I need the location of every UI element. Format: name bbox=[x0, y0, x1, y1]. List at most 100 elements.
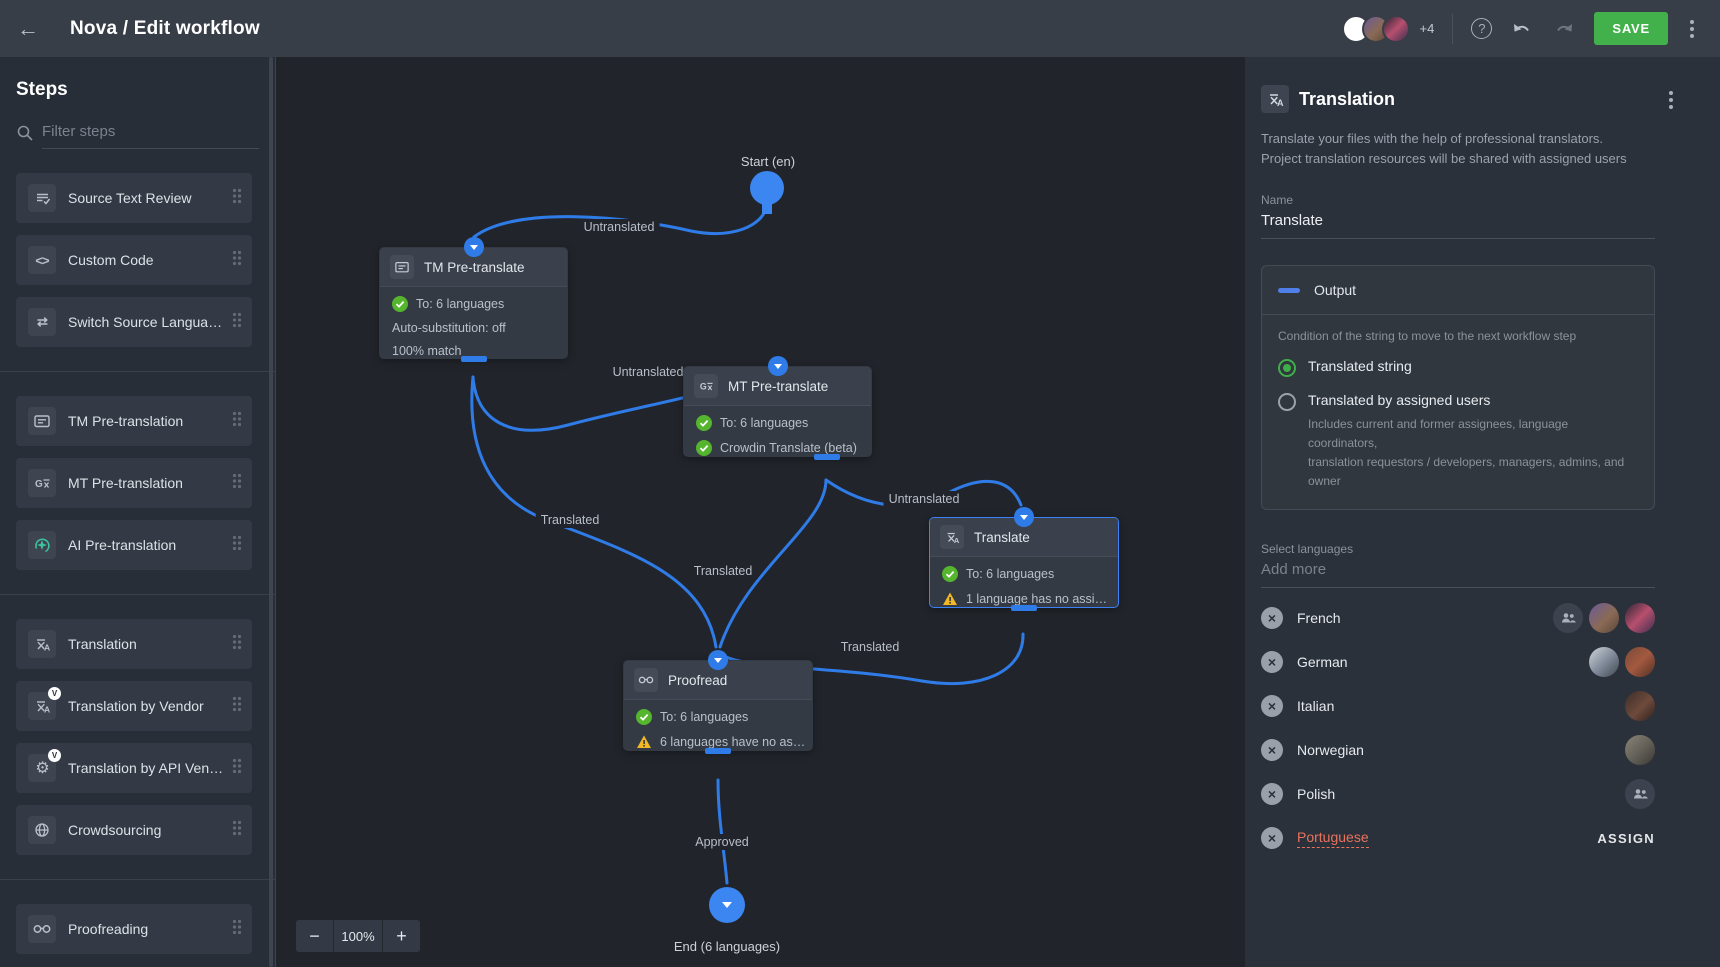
remove-language-button[interactable]: × bbox=[1261, 739, 1283, 761]
node-mt-pre-translate[interactable]: G MT Pre-translate To: 6 languages Crowd… bbox=[683, 366, 872, 457]
svg-text:A: A bbox=[44, 642, 50, 652]
top-bar: ← Nova / Edit workflow +4 ? bbox=[0, 0, 1720, 57]
language-list: × French × German × bbox=[1261, 596, 1655, 860]
output-card: Output Condition of the string to move t… bbox=[1261, 265, 1655, 510]
start-node-label: Start (en) bbox=[741, 154, 795, 169]
remove-language-button[interactable]: × bbox=[1261, 607, 1283, 629]
redo-icon bbox=[1554, 21, 1574, 37]
undo-button[interactable] bbox=[1510, 17, 1534, 41]
mt-icon: G bbox=[694, 374, 718, 398]
node-status-row: Crowdin Translate (beta) bbox=[684, 431, 871, 456]
node-input-port[interactable] bbox=[1014, 507, 1034, 527]
remove-language-button[interactable]: × bbox=[1261, 783, 1283, 805]
edge-label: Translated bbox=[689, 563, 758, 579]
step-custom-code[interactable]: <> Custom Code bbox=[16, 235, 252, 285]
radio-unselected-icon[interactable] bbox=[1278, 393, 1296, 411]
svg-text:A: A bbox=[1277, 98, 1284, 108]
steps-sidebar: Steps Source Text Review bbox=[0, 57, 276, 967]
steps-list: Source Text Review <> Custom Code ⇄ Swit… bbox=[0, 173, 275, 954]
svg-text:G: G bbox=[35, 479, 43, 490]
node-input-port[interactable] bbox=[768, 356, 788, 376]
name-field[interactable] bbox=[1261, 207, 1655, 239]
step-tm-pre-translation[interactable]: TM Pre-translation bbox=[16, 396, 252, 446]
step-ai-pre-translation[interactable]: AI Pre-translation bbox=[16, 520, 252, 570]
redo-button[interactable] bbox=[1552, 17, 1576, 41]
panel-title: Translation bbox=[1299, 89, 1395, 110]
node-output-port[interactable] bbox=[461, 356, 487, 362]
filter-steps-input[interactable] bbox=[42, 117, 259, 149]
svg-text:A: A bbox=[44, 704, 50, 714]
node-input-port[interactable] bbox=[708, 650, 728, 670]
radio-translated-by-assigned-users[interactable]: Translated by assigned users Includes cu… bbox=[1278, 392, 1638, 491]
drag-handle[interactable] bbox=[232, 696, 242, 717]
collaborator-avatars[interactable]: +4 bbox=[1342, 15, 1435, 43]
step-label: Translation by Vendor bbox=[68, 698, 232, 714]
start-node-stem bbox=[762, 204, 772, 214]
node-output-port[interactable] bbox=[814, 454, 840, 460]
step-crowdsourcing[interactable]: Crowdsourcing bbox=[16, 805, 252, 855]
assign-button[interactable]: ASSIGN bbox=[1597, 831, 1655, 846]
drag-handle[interactable] bbox=[232, 250, 242, 271]
add-languages-input[interactable] bbox=[1261, 556, 1655, 588]
translate-icon: A bbox=[940, 525, 964, 549]
drag-handle[interactable] bbox=[232, 758, 242, 779]
step-description: Translate your files with the help of pr… bbox=[1261, 129, 1655, 169]
zoom-in-button[interactable]: + bbox=[383, 920, 420, 952]
more-menu-button[interactable] bbox=[1686, 16, 1698, 42]
step-settings-panel: A Translation Translate your files with … bbox=[1245, 57, 1720, 967]
step-source-text-review[interactable]: Source Text Review bbox=[16, 173, 252, 223]
avatar[interactable] bbox=[1625, 603, 1655, 633]
workflow-canvas[interactable]: Start (en) TM Pre-translate To: 6 langua… bbox=[276, 57, 1245, 967]
step-options-menu-button[interactable] bbox=[1665, 87, 1677, 113]
save-button[interactable]: SAVE bbox=[1594, 12, 1668, 45]
node-output-port[interactable] bbox=[705, 748, 731, 754]
avatar[interactable] bbox=[1589, 603, 1619, 633]
step-translation[interactable]: A Translation bbox=[16, 619, 252, 669]
node-tm-pre-translate[interactable]: TM Pre-translate To: 6 languages Auto-su… bbox=[379, 247, 568, 359]
assignees-group-icon[interactable] bbox=[1553, 603, 1583, 633]
avatar[interactable] bbox=[1625, 735, 1655, 765]
remove-language-button[interactable]: × bbox=[1261, 695, 1283, 717]
drag-handle[interactable] bbox=[232, 411, 242, 432]
drag-handle[interactable] bbox=[232, 535, 242, 556]
tm-icon bbox=[390, 255, 414, 279]
zoom-out-button[interactable]: − bbox=[296, 920, 333, 952]
drag-handle[interactable] bbox=[232, 473, 242, 494]
drag-handle[interactable] bbox=[232, 312, 242, 333]
back-button[interactable]: ← bbox=[0, 16, 56, 42]
check-icon bbox=[696, 415, 712, 431]
sidebar-scrollbar[interactable] bbox=[269, 57, 273, 967]
node-warning-row: 6 languages have no as… bbox=[624, 725, 812, 750]
remove-language-button[interactable]: × bbox=[1261, 651, 1283, 673]
drag-handle[interactable] bbox=[232, 634, 242, 655]
node-proofread[interactable]: Proofread To: 6 languages 6 languages ha… bbox=[623, 660, 813, 751]
node-translate[interactable]: A Translate To: 6 languages 1 language h… bbox=[929, 517, 1119, 608]
drag-handle[interactable] bbox=[232, 919, 242, 940]
end-node-circle[interactable] bbox=[709, 887, 745, 923]
help-button[interactable]: ? bbox=[1471, 18, 1492, 39]
drag-handle[interactable] bbox=[232, 188, 242, 209]
step-translation-by-vendor[interactable]: A V Translation by Vendor bbox=[16, 681, 252, 731]
vendor-badge: V bbox=[48, 749, 61, 762]
drag-handle[interactable] bbox=[232, 820, 242, 841]
node-input-port[interactable] bbox=[464, 237, 484, 257]
step-translation-by-api-vendor[interactable]: ⚙ V Translation by API Ven… bbox=[16, 743, 252, 793]
close-icon: × bbox=[1268, 699, 1276, 713]
node-title: MT Pre-translate bbox=[728, 379, 828, 394]
remove-language-button[interactable]: × bbox=[1261, 827, 1283, 849]
assignees-group-icon[interactable] bbox=[1625, 779, 1655, 809]
step-switch-source-language[interactable]: ⇄ Switch Source Langua… bbox=[16, 297, 252, 347]
node-setting-row: 100% match bbox=[380, 335, 567, 358]
node-output-port[interactable] bbox=[1011, 605, 1037, 611]
avatar[interactable] bbox=[1589, 647, 1619, 677]
step-proofreading[interactable]: Proofreading bbox=[16, 904, 252, 954]
vendor-badge: V bbox=[48, 687, 61, 700]
step-mt-pre-translation[interactable]: G MT Pre-translation bbox=[16, 458, 252, 508]
radio-selected-icon[interactable] bbox=[1278, 359, 1296, 377]
avatar[interactable] bbox=[1625, 647, 1655, 677]
avatar[interactable] bbox=[1625, 691, 1655, 721]
glasses-icon bbox=[634, 668, 658, 692]
start-node-circle[interactable] bbox=[750, 171, 784, 205]
radio-translated-string[interactable]: Translated string bbox=[1278, 358, 1638, 377]
more-users-count[interactable]: +4 bbox=[1420, 21, 1435, 36]
